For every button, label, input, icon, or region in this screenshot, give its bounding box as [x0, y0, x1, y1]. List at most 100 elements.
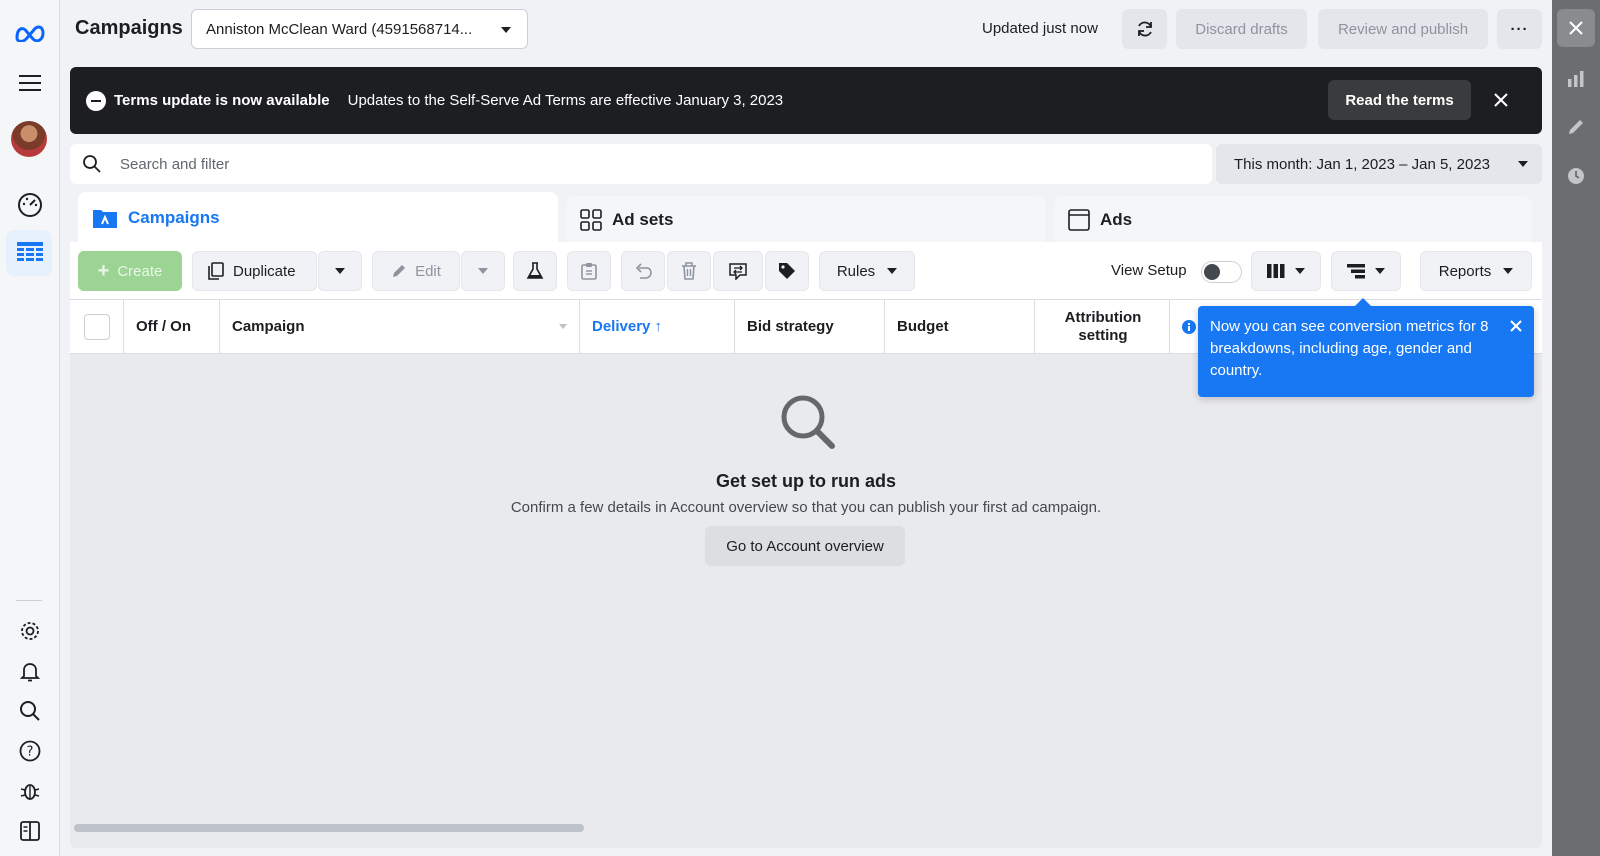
ab-test-button[interactable]: [513, 251, 557, 291]
refresh-button[interactable]: [1122, 9, 1167, 49]
chevron-down-icon: [887, 268, 898, 274]
go-to-account-overview-button[interactable]: Go to Account overview: [705, 526, 905, 566]
banner-message: Updates to the Self-Serve Ad Terms are e…: [347, 92, 784, 109]
chevron-down-icon: [1518, 161, 1528, 167]
plus-icon: +: [97, 259, 110, 282]
columns-icon: [1267, 264, 1285, 278]
compare-arrows-icon: [729, 263, 747, 280]
read-terms-button[interactable]: Read the terms: [1328, 80, 1471, 120]
chevron-down-icon: [501, 27, 511, 33]
columns-button[interactable]: [1251, 251, 1321, 291]
conversion-metrics-tooltip: Now you can see conversion metrics for 8…: [1198, 298, 1534, 397]
edit-label: Edit: [415, 262, 441, 280]
terms-banner: Terms update is now available Updates to…: [70, 67, 1542, 134]
duplicate-button[interactable]: Duplicate: [192, 251, 317, 291]
create-label: Create: [117, 262, 163, 280]
rules-label: Rules: [836, 262, 876, 280]
chevron-down-icon: [335, 268, 345, 274]
pencil-icon[interactable]: [1564, 115, 1588, 139]
tab-ad-sets[interactable]: Ad sets: [566, 196, 1045, 244]
clipboard-button[interactable]: [567, 251, 611, 291]
column-header-attribution-setting[interactable]: Attribution setting: [1035, 300, 1170, 353]
discard-drafts-button[interactable]: Discard drafts: [1176, 9, 1307, 49]
chevron-down-icon: [1503, 268, 1514, 274]
select-all-header: [70, 300, 124, 353]
trash-icon: [682, 262, 696, 280]
settings-gear-icon[interactable]: [14, 615, 46, 647]
bug-report-icon[interactable]: [14, 775, 46, 807]
info-icon[interactable]: [1182, 319, 1196, 334]
empty-state-message: Confirm a few details in Account overvie…: [510, 499, 1102, 516]
refresh-icon: [1137, 21, 1152, 37]
history-clock-icon[interactable]: [1564, 164, 1588, 188]
edit-dropdown-button[interactable]: [461, 251, 505, 291]
toolbar: + Create Duplicate Edit Rules View Setup…: [70, 242, 1542, 300]
search-input[interactable]: [120, 144, 1200, 184]
help-icon[interactable]: ?: [14, 735, 46, 767]
tag-button[interactable]: [765, 251, 809, 291]
tag-icon: [779, 263, 795, 279]
account-selector[interactable]: Anniston McClean Ward (4591568714...: [191, 9, 528, 49]
column-header-budget[interactable]: Budget: [885, 300, 1035, 353]
ads-page-icon: [1068, 209, 1090, 231]
sidebar-panel-icon[interactable]: [14, 815, 46, 847]
breakdown-button[interactable]: [1331, 251, 1401, 291]
edit-button[interactable]: Edit: [372, 251, 460, 291]
close-icon[interactable]: [1488, 87, 1514, 113]
breakdown-icon: [1347, 264, 1365, 279]
column-header-bid-strategy[interactable]: Bid strategy: [735, 300, 885, 353]
update-status: Updated just now: [982, 20, 1098, 37]
empty-state: Get set up to run ads Confirm a few deta…: [70, 354, 1542, 848]
column-header-delivery[interactable]: Delivery ↑: [580, 300, 735, 353]
date-range-label: This month: Jan 1, 2023 – Jan 5, 2023: [1234, 155, 1491, 173]
tab-ads[interactable]: Ads: [1054, 196, 1532, 244]
avatar[interactable]: [11, 121, 47, 157]
undo-button[interactable]: [621, 251, 665, 291]
duplicate-dropdown-button[interactable]: [318, 251, 362, 291]
search-icon: [83, 155, 101, 173]
flask-icon: [526, 262, 544, 279]
meta-logo-icon[interactable]: [14, 17, 46, 49]
rules-button[interactable]: Rules: [819, 251, 915, 291]
toggle-knob: [1204, 264, 1220, 280]
reports-button[interactable]: Reports: [1420, 251, 1532, 291]
pencil-icon: [393, 265, 406, 277]
reports-label: Reports: [1438, 262, 1492, 280]
notifications-bell-icon[interactable]: [14, 655, 46, 687]
account-name: Anniston McClean Ward (4591568714...: [206, 20, 473, 38]
left-navigation: ?: [0, 0, 60, 856]
view-setup-label: View Setup: [1111, 262, 1187, 279]
create-button[interactable]: + Create: [78, 251, 182, 291]
right-side-rail: [1552, 0, 1600, 856]
tooltip-text: Now you can see conversion metrics for 8…: [1210, 318, 1489, 379]
nav-divider: [16, 600, 42, 601]
horizontal-scrollbar[interactable]: [74, 824, 584, 832]
compare-button[interactable]: [713, 251, 763, 291]
menu-icon[interactable]: [14, 67, 46, 99]
ad-sets-grid-icon: [580, 209, 602, 231]
close-icon[interactable]: [1557, 9, 1595, 47]
chevron-down-icon: [478, 268, 488, 274]
dashboard-gauge-icon[interactable]: [14, 189, 46, 221]
duplicate-label: Duplicate: [233, 262, 296, 280]
date-range-picker[interactable]: This month: Jan 1, 2023 – Jan 5, 2023: [1216, 144, 1542, 184]
bar-chart-icon[interactable]: [1564, 66, 1588, 90]
banner-title: Terms update is now available: [114, 92, 330, 109]
view-setup-toggle[interactable]: [1201, 261, 1242, 283]
search-filter-bar: [70, 144, 1212, 184]
clipboard-icon: [581, 263, 597, 280]
tab-label: Ads: [1100, 210, 1133, 229]
column-header-off-on[interactable]: Off / On: [124, 300, 220, 353]
review-and-publish-button[interactable]: Review and publish: [1318, 9, 1488, 49]
more-options-button[interactable]: ···: [1497, 9, 1542, 49]
delete-button[interactable]: [667, 251, 711, 291]
tab-campaigns[interactable]: Campaigns: [78, 192, 558, 244]
close-icon[interactable]: [1508, 318, 1524, 334]
magnifier-icon: [781, 395, 835, 449]
select-all-checkbox[interactable]: [83, 313, 110, 340]
campaign-folder-icon: [92, 207, 118, 229]
ads-manager-table-icon[interactable]: [14, 237, 46, 269]
column-header-campaign[interactable]: Campaign: [220, 300, 580, 353]
search-icon[interactable]: [14, 695, 46, 727]
tab-label: Ad sets: [612, 210, 674, 229]
